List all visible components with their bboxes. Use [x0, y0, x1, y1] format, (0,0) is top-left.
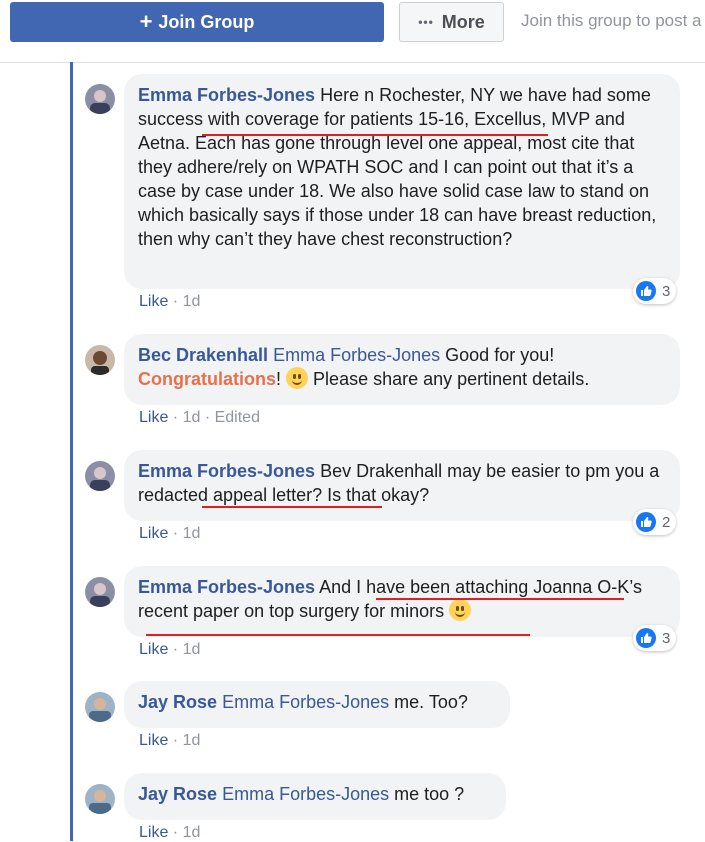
reaction-count[interactable]: 3 [633, 625, 677, 651]
like-reaction-icon [636, 281, 656, 301]
avatar-photo-icon [85, 345, 115, 375]
comment-bubble: Emma Forbes-Jones Here n Rochester, NY w… [124, 74, 680, 289]
thread-rail [70, 62, 73, 841]
like-link[interactable]: Like [139, 293, 168, 310]
more-button[interactable]: ••• More [399, 2, 504, 42]
reaction-number: 2 [662, 513, 671, 531]
comment-meta: Like · 1d [139, 824, 201, 841]
mention-link[interactable]: Emma Forbes-Jones [222, 692, 389, 712]
like-link[interactable]: Like [139, 732, 168, 749]
edited-label[interactable]: Edited [215, 409, 260, 426]
comment-time[interactable]: 1d [183, 293, 201, 310]
avatar[interactable] [85, 692, 115, 722]
avatar[interactable] [85, 461, 115, 491]
comment-meta: Like · 1d [139, 293, 201, 310]
comment-time[interactable]: 1d [183, 409, 201, 426]
comment-text: Here n Rochester, NY we have had some su… [138, 85, 657, 249]
avatar-photo-icon [85, 461, 115, 491]
comment-text: me. Too? [394, 692, 468, 712]
join-to-post-hint: Join this group to post a [521, 11, 702, 30]
comment-bubble: Jay Rose Emma Forbes-Jones me too ? [124, 773, 506, 820]
comment-author[interactable]: Emma Forbes-Jones [138, 461, 315, 481]
comment-meta: Like · 1d · Edited [139, 409, 260, 426]
more-label: More [441, 11, 485, 32]
like-link[interactable]: Like [139, 525, 168, 542]
comment-text: ! [276, 369, 282, 389]
comment-text: Please share any pertinent details. [313, 369, 590, 389]
comment-bubble: Bec Drakenhall Emma Forbes-Jones Good fo… [124, 334, 680, 405]
plus-icon: + [139, 9, 153, 34]
annotation-underline [146, 634, 530, 636]
reaction-count[interactable]: 3 [633, 278, 677, 304]
join-group-label: Join Group [158, 11, 255, 32]
ellipsis-icon: ••• [418, 15, 434, 29]
like-link[interactable]: Like [139, 409, 168, 426]
comment-author[interactable]: Jay Rose [138, 784, 217, 804]
like-reaction-icon [636, 628, 656, 648]
comment-time[interactable]: 1d [183, 641, 201, 658]
comment-meta: Like · 1d [139, 525, 201, 542]
comment-author[interactable]: Jay Rose [138, 692, 217, 712]
avatar[interactable] [85, 84, 115, 114]
like-reaction-icon [636, 512, 656, 532]
avatar[interactable] [85, 577, 115, 607]
comment-time[interactable]: 1d [183, 732, 201, 749]
avatar-photo-icon [85, 577, 115, 607]
smiley-emoji-icon [449, 599, 472, 621]
reaction-count[interactable]: 2 [633, 509, 677, 535]
comment-author[interactable]: Emma Forbes-Jones [138, 577, 315, 597]
avatar[interactable] [85, 784, 115, 814]
annotation-underline [202, 134, 548, 136]
comment-bubble: Emma Forbes-Jones Bev Drakenhall may be … [124, 450, 680, 521]
comment-time[interactable]: 1d [183, 824, 201, 841]
like-link[interactable]: Like [139, 824, 168, 841]
like-link[interactable]: Like [139, 641, 168, 658]
comment-author[interactable]: Emma Forbes-Jones [138, 85, 315, 105]
avatar-photo-icon [85, 692, 115, 722]
comment-bubble: Emma Forbes-Jones And I have been attach… [124, 566, 680, 637]
smiley-emoji-icon [286, 367, 309, 389]
congratulations-text: Congratulations [138, 369, 276, 389]
avatar[interactable] [85, 345, 115, 375]
join-group-button[interactable]: + Join Group [10, 2, 384, 42]
group-action-bar: + Join Group ••• More Join this group to… [0, 0, 705, 63]
mention-link[interactable]: Emma Forbes-Jones [222, 784, 389, 804]
annotation-underline [202, 506, 382, 508]
annotation-underline [376, 598, 624, 600]
comment-meta: Like · 1d [139, 641, 201, 658]
avatar-photo-icon [85, 784, 115, 814]
comment-text: Good for you! [445, 345, 555, 365]
comment-text: me too ? [394, 784, 465, 804]
comment-time[interactable]: 1d [183, 525, 201, 542]
reaction-number: 3 [662, 282, 671, 300]
comment-author[interactable]: Bec Drakenhall [138, 345, 268, 365]
reaction-number: 3 [662, 629, 671, 647]
avatar-photo-icon [85, 84, 115, 114]
comment-meta: Like · 1d [139, 732, 201, 749]
mention-link[interactable]: Emma Forbes-Jones [273, 345, 440, 365]
comment-bubble: Jay Rose Emma Forbes-Jones me. Too? [124, 681, 510, 728]
